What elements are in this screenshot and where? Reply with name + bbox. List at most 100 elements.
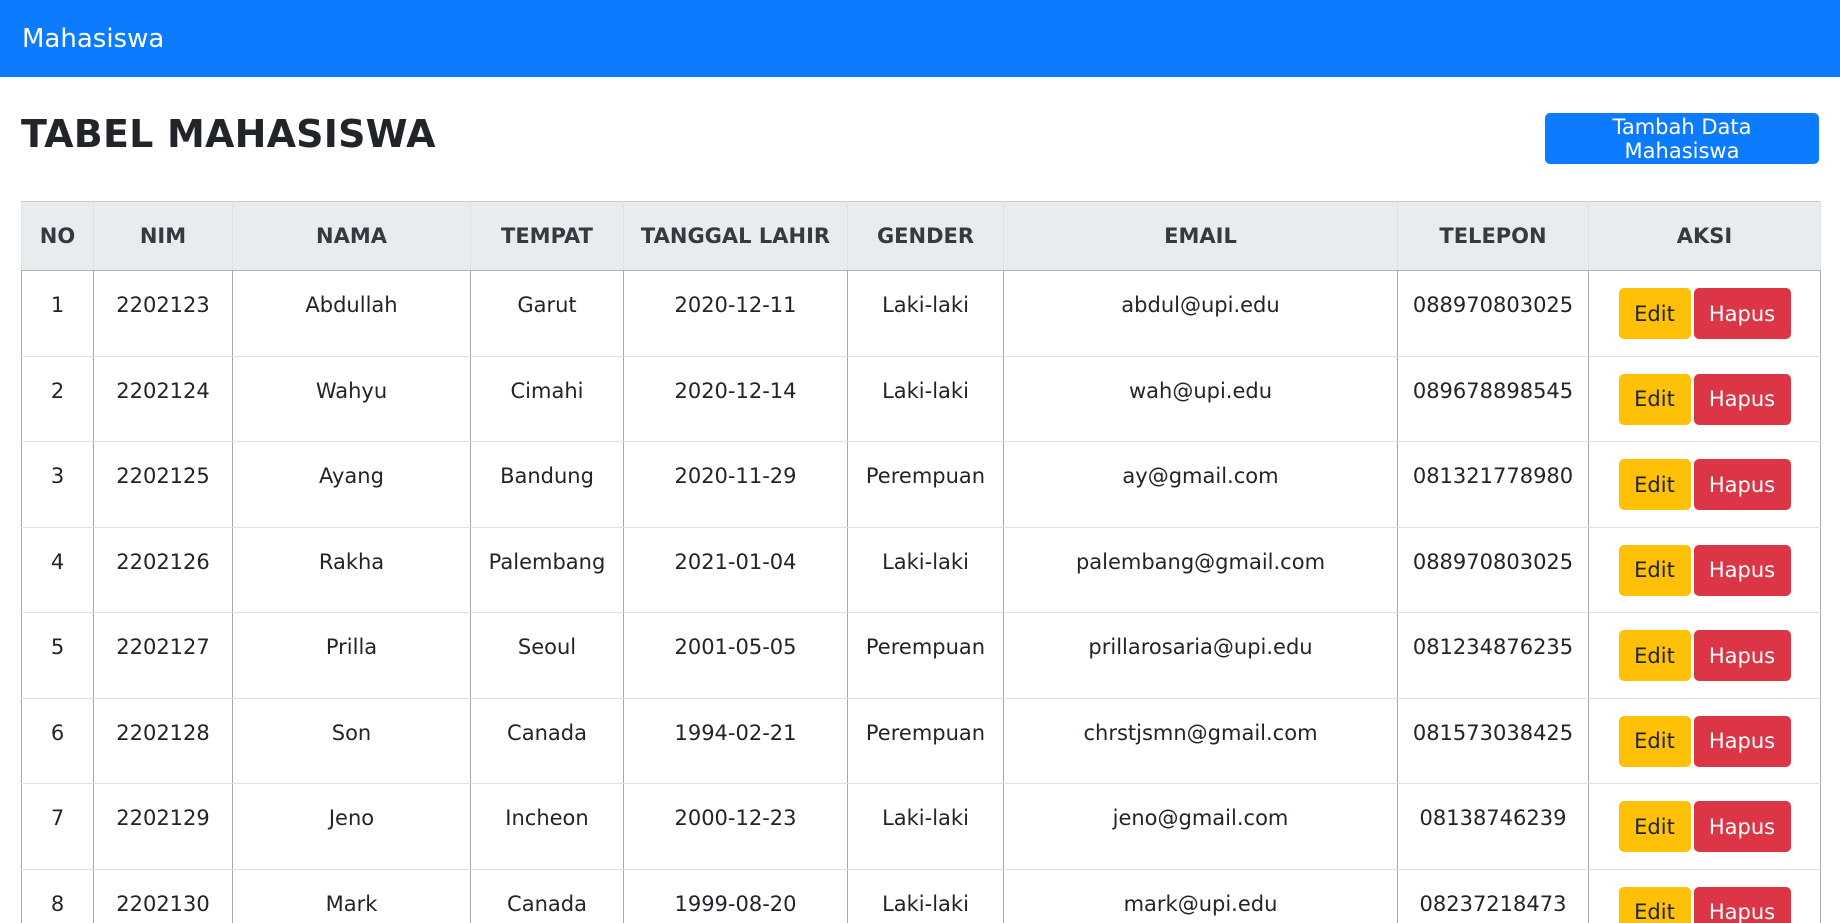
table-row: 4 2202126 Rakha Palembang 2021-01-04 Laki-lak… <box>21 527 1821 613</box>
table-body: 1 2202123 Abdullah Garut 2020-12-11 Laki-laki… <box>21 270 1821 923</box>
cell-email: ay@gmail.com <box>1003 441 1398 528</box>
cell-no: 2 <box>21 356 94 442</box>
table-row: 3 2202125 Ayang Bandung 2020-11-29 Perempuan a… <box>21 441 1821 528</box>
cell-tempat: Seoul <box>470 612 624 699</box>
cell-telepon: 089678898545 <box>1397 356 1589 442</box>
cell-telepon: 088970803025 <box>1397 270 1589 357</box>
table-row: 6 2202128 Son Canada 1994-02-21 Perempuan chrs… <box>21 698 1821 784</box>
cell-nama: Rakha <box>232 527 471 613</box>
cell-no: 6 <box>21 698 94 784</box>
cell-email: wah@upi.edu <box>1003 356 1398 442</box>
cell-tempat: Canada <box>470 869 624 923</box>
cell-nama: Mark <box>232 869 471 923</box>
delete-button[interactable]: Hapus <box>1693 886 1791 923</box>
delete-button[interactable]: Hapus <box>1693 630 1791 681</box>
table-header-col-tempat: TEMPAT <box>470 201 624 271</box>
delete-button[interactable]: Hapus <box>1693 801 1791 852</box>
delete-button[interactable]: Hapus <box>1693 373 1791 425</box>
edit-button[interactable]: Edit <box>1618 886 1691 923</box>
cell-tempat: Canada <box>470 698 624 784</box>
cell-gender: Laki-laki <box>847 270 1004 357</box>
cell-tanggal-lahir: 1999-08-20 <box>623 869 848 923</box>
table-row: 8 2202130 Mark Canada 1999-08-20 Laki-laki mar… <box>21 869 1821 923</box>
cell-nama: Ayang <box>232 441 471 528</box>
cell-tempat: Bandung <box>470 441 624 528</box>
cell-tanggal-lahir: 2020-11-29 <box>623 441 848 528</box>
edit-button[interactable]: Edit <box>1618 373 1691 425</box>
navbar: Mahasiswa <box>0 0 1840 77</box>
cell-email: palembang@gmail.com <box>1003 527 1398 613</box>
cell-nim: 2202125 <box>93 441 233 528</box>
delete-button[interactable]: Hapus <box>1693 544 1791 596</box>
cell-telepon: 081321778980 <box>1397 441 1589 528</box>
edit-button[interactable]: Edit <box>1618 544 1691 596</box>
table-row: 2 2202124 Wahyu Cimahi 2020-12-14 Laki-laki wa… <box>21 356 1821 442</box>
cell-nim: 2202130 <box>93 869 233 923</box>
cell-email: prillarosaria@upi.edu <box>1003 612 1398 699</box>
table-header-col-aksi: AKSI <box>1588 201 1821 271</box>
cell-email: jeno@gmail.com <box>1003 783 1398 870</box>
table-header-row: NO NIM NAMA TEMPAT TANGGAL LAHIR GENDER EMAIL T… <box>21 201 1821 271</box>
edit-button[interactable]: Edit <box>1618 801 1691 852</box>
page-title: TABEL MAHASISWA <box>21 112 436 156</box>
delete-button[interactable]: Hapus <box>1693 715 1791 767</box>
cell-nim: 2202129 <box>93 783 233 870</box>
cell-nim: 2202123 <box>93 270 233 357</box>
cell-nim: 2202126 <box>93 527 233 613</box>
table-header-col-tanggal-lahir: TANGGAL LAHIR <box>623 201 848 271</box>
cell-no: 1 <box>21 270 94 357</box>
cell-tanggal-lahir: 2000-12-23 <box>623 783 848 870</box>
cell-gender: Laki-laki <box>847 869 1004 923</box>
cell-aksi: Edit Hapus <box>1588 441 1821 528</box>
cell-tanggal-lahir: 2020-12-14 <box>623 356 848 442</box>
add-student-button[interactable]: Tambah Data Mahasiswa <box>1545 113 1819 164</box>
cell-gender: Perempuan <box>847 441 1004 528</box>
cell-tempat: Palembang <box>470 527 624 613</box>
cell-email: chrstjsmn@gmail.com <box>1003 698 1398 784</box>
delete-button[interactable]: Hapus <box>1693 288 1791 339</box>
cell-aksi: Edit Hapus <box>1588 270 1821 357</box>
cell-nama: Wahyu <box>232 356 471 442</box>
navbar-brand[interactable]: Mahasiswa <box>22 24 164 54</box>
table-header-col-nim: NIM <box>93 201 233 271</box>
cell-nim: 2202127 <box>93 612 233 699</box>
cell-email: mark@upi.edu <box>1003 869 1398 923</box>
cell-nim: 2202124 <box>93 356 233 442</box>
cell-no: 5 <box>21 612 94 699</box>
cell-no: 7 <box>21 783 94 870</box>
cell-gender: Perempuan <box>847 612 1004 699</box>
cell-tempat: Cimahi <box>470 356 624 442</box>
cell-gender: Laki-laki <box>847 527 1004 613</box>
cell-tempat: Incheon <box>470 783 624 870</box>
cell-tanggal-lahir: 2020-12-11 <box>623 270 848 357</box>
edit-button[interactable]: Edit <box>1618 288 1691 339</box>
delete-button[interactable]: Hapus <box>1693 459 1791 510</box>
table-row: 5 2202127 Prilla Seoul 2001-05-05 Perempuan pr… <box>21 612 1821 699</box>
cell-email: abdul@upi.edu <box>1003 270 1398 357</box>
table-row: 1 2202123 Abdullah Garut 2020-12-11 Laki-laki… <box>21 270 1821 357</box>
cell-gender: Laki-laki <box>847 356 1004 442</box>
table-header-col-no: NO <box>21 201 94 271</box>
cell-telepon: 081234876235 <box>1397 612 1589 699</box>
cell-nama: Jeno <box>232 783 471 870</box>
cell-aksi: Edit Hapus <box>1588 527 1821 613</box>
table-row: 7 2202129 Jeno Incheon 2000-12-23 Laki-laki je… <box>21 783 1821 870</box>
cell-gender: Perempuan <box>847 698 1004 784</box>
main-content: TABEL MAHASISWA Tambah Data Mahasiswa NO… <box>0 77 1840 923</box>
edit-button[interactable]: Edit <box>1618 459 1691 510</box>
cell-telepon: 08138746239 <box>1397 783 1589 870</box>
cell-aksi: Edit Hapus <box>1588 783 1821 870</box>
cell-nim: 2202128 <box>93 698 233 784</box>
cell-telepon: 08237218473 <box>1397 869 1589 923</box>
cell-tanggal-lahir: 2001-05-05 <box>623 612 848 699</box>
table-header-col-email: EMAIL <box>1003 201 1398 271</box>
cell-telepon: 081573038425 <box>1397 698 1589 784</box>
table-header-col-gender: GENDER <box>847 201 1004 271</box>
cell-no: 8 <box>21 869 94 923</box>
cell-nama: Abdullah <box>232 270 471 357</box>
edit-button[interactable]: Edit <box>1618 715 1691 767</box>
cell-no: 3 <box>21 441 94 528</box>
cell-no: 4 <box>21 527 94 613</box>
edit-button[interactable]: Edit <box>1618 630 1691 681</box>
cell-aksi: Edit Hapus <box>1588 698 1821 784</box>
